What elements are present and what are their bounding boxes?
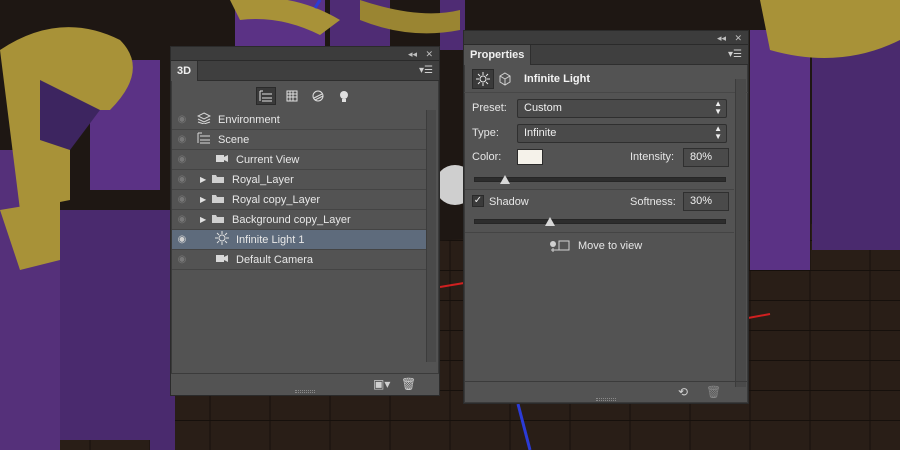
- visibility-eye-icon[interactable]: ◉: [172, 134, 192, 145]
- tab-3d[interactable]: 3D: [171, 61, 199, 81]
- updown-arrows-icon: ▲ ▼: [714, 99, 722, 116]
- collapse-icon[interactable]: ◂◂: [717, 32, 726, 44]
- properties-panel: ◂◂ ✕ Properties ▾☰ Infinite Light Preset…: [463, 30, 749, 404]
- close-icon[interactable]: ✕: [425, 48, 433, 60]
- panel-menu-icon[interactable]: ▾☰: [419, 65, 433, 77]
- expand-triangle-icon[interactable]: ▶: [200, 195, 210, 204]
- divider: [465, 189, 734, 190]
- intensity-label: Intensity:: [630, 151, 675, 163]
- light-icon[interactable]: [472, 68, 494, 89]
- softness-slider[interactable]: [474, 217, 726, 226]
- move-to-view-button[interactable]: Move to view: [548, 239, 642, 253]
- 3d-filter-toolbar: [171, 81, 439, 109]
- lights-icon[interactable]: [334, 87, 354, 105]
- collapse-icon[interactable]: ◂◂: [408, 48, 417, 60]
- type-value: Infinite: [524, 127, 557, 139]
- expand-triangle-icon[interactable]: ▶: [200, 175, 210, 184]
- close-icon[interactable]: ✕: [734, 32, 742, 44]
- tab-properties[interactable]: Properties: [464, 45, 532, 65]
- preset-dropdown[interactable]: Custom ▲ ▼: [517, 99, 727, 118]
- delete-icon[interactable]: 🗑: [401, 377, 416, 391]
- visibility-eye-icon[interactable]: ◉: [172, 194, 192, 205]
- visibility-eye-icon[interactable]: ◉: [172, 154, 192, 165]
- visibility-eye-icon[interactable]: ◉: [172, 114, 192, 125]
- environment-icon: [196, 112, 212, 127]
- layer-row[interactable]: ◉ Environment: [172, 110, 426, 130]
- softness-label: Softness:: [630, 196, 676, 208]
- meshes-icon[interactable]: [282, 87, 302, 105]
- visibility-eye-icon[interactable]: ◉: [172, 214, 192, 225]
- coordinates-icon[interactable]: [494, 69, 516, 89]
- properties-header: Infinite Light: [464, 65, 748, 93]
- visibility-eye-icon[interactable]: ◉: [172, 254, 192, 265]
- layer-label: Scene: [218, 133, 250, 146]
- preset-label: Preset:: [472, 102, 507, 114]
- layer-label: Infinite Light 1: [236, 233, 305, 246]
- panel-topbar: ◂◂ ✕: [464, 31, 748, 45]
- move-to-view-label: Move to view: [578, 240, 643, 252]
- folder-icon: [210, 193, 226, 207]
- tab-bar: 3D ▾☰: [171, 61, 439, 81]
- delete-icon: 🗑: [706, 385, 722, 399]
- preset-value: Custom: [524, 102, 562, 114]
- folder-icon: [210, 173, 226, 187]
- visibility-eye-icon[interactable]: ◉: [172, 234, 192, 245]
- intensity-field[interactable]: 80%: [683, 148, 729, 167]
- 3d-layer-list: ◉ Environment ◉ Scene ◉ Current View ◉ ▶ Royal_L…: [172, 110, 426, 270]
- 3d-viewport[interactable]: [0, 0, 900, 450]
- expand-triangle-icon[interactable]: ▶: [200, 215, 210, 224]
- camera-icon: [214, 153, 230, 166]
- layer-label: Current View: [236, 153, 300, 166]
- camera-icon: [214, 253, 230, 266]
- color-swatch[interactable]: [517, 149, 543, 165]
- resize-grip[interactable]: [295, 390, 315, 393]
- layer-row[interactable]: ◉ ▶ Royal copy_Layer: [172, 190, 426, 210]
- resize-grip[interactable]: [596, 398, 616, 401]
- properties-footer: ⟲ 🗑: [464, 381, 748, 403]
- layer-label: Royal_Layer: [232, 173, 294, 186]
- layer-row[interactable]: ◉ Infinite Light 1: [172, 230, 426, 250]
- properties-title: Infinite Light: [524, 72, 590, 85]
- layer-label: Royal copy_Layer: [232, 193, 321, 206]
- updown-arrows-icon: ▲ ▼: [714, 124, 722, 141]
- reset-icon[interactable]: ⟲: [678, 385, 688, 399]
- divider: [465, 232, 734, 233]
- layer-row[interactable]: ◉ Current View: [172, 150, 426, 170]
- folder-icon: [210, 213, 226, 227]
- layer-label: Background copy_Layer: [232, 213, 351, 226]
- 3d-panel-footer: ▣▾ 🗑: [171, 373, 439, 395]
- layer-label: Default Camera: [236, 253, 314, 266]
- shadow-checkbox[interactable]: ✓: [472, 195, 484, 207]
- type-label: Type:: [472, 127, 499, 139]
- scrollbar[interactable]: [735, 79, 746, 387]
- add-object-icon[interactable]: ▣▾: [373, 377, 390, 391]
- layer-row[interactable]: ◉ Default Camera: [172, 250, 426, 270]
- scrollbar[interactable]: [426, 110, 436, 362]
- materials-icon[interactable]: [308, 87, 328, 105]
- whole-scene-icon[interactable]: [256, 87, 276, 105]
- intensity-slider-thumb[interactable]: [500, 175, 510, 184]
- move-to-view-icon: [550, 240, 570, 252]
- panel-topbar: ◂◂ ✕: [171, 47, 439, 61]
- softness-field[interactable]: 30%: [683, 192, 729, 211]
- scene-icon: [196, 132, 212, 147]
- type-dropdown[interactable]: Infinite ▲ ▼: [517, 124, 727, 143]
- 3d-panel: ◂◂ ✕ 3D ▾☰ ◉ Environment ◉ Scene ◉ Current Vi…: [170, 46, 440, 396]
- layer-row[interactable]: ◉ ▶ Royal_Layer: [172, 170, 426, 190]
- layer-label: Environment: [218, 113, 280, 126]
- tab-bar: Properties ▾☰: [464, 45, 748, 65]
- visibility-eye-icon[interactable]: ◉: [172, 174, 192, 185]
- layer-row[interactable]: ◉ ▶ Background copy_Layer: [172, 210, 426, 230]
- color-label: Color:: [472, 151, 502, 163]
- softness-slider-thumb[interactable]: [545, 217, 555, 226]
- shadow-label: Shadow: [489, 196, 529, 208]
- layer-row[interactable]: ◉ Scene: [172, 130, 426, 150]
- panel-menu-icon[interactable]: ▾☰: [728, 49, 742, 61]
- intensity-slider[interactable]: [474, 175, 726, 184]
- light-icon: [214, 231, 230, 248]
